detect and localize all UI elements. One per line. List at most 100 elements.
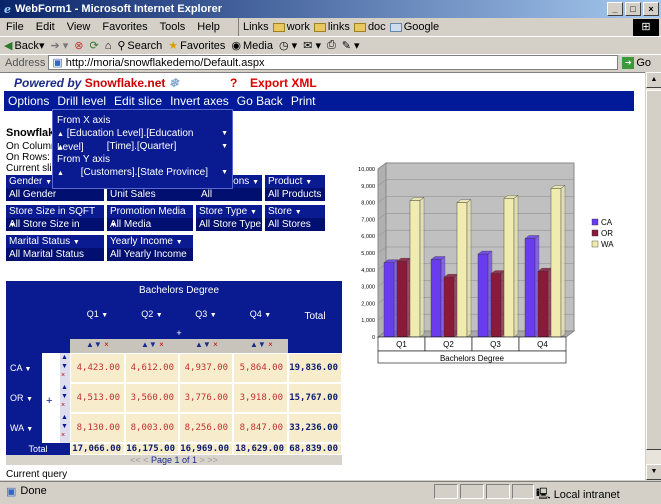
expand-rows-button[interactable]: + bbox=[46, 395, 52, 407]
nav-edit-slice[interactable]: Edit slice bbox=[110, 94, 166, 108]
axis-info: On Column On Rows: Current slic bbox=[6, 141, 57, 174]
x-tick-label: Q2 bbox=[443, 340, 454, 349]
cell-ca-q2: 4,612.00 bbox=[125, 353, 179, 383]
bar-ca-q2 bbox=[430, 259, 442, 338]
nav-print[interactable]: Print bbox=[287, 94, 320, 108]
legend-label-or: OR bbox=[601, 229, 613, 238]
maximize-button[interactable]: □ bbox=[625, 2, 641, 16]
close-button[interactable]: × bbox=[643, 2, 659, 16]
cell-or-q1: 4,513.00 bbox=[70, 383, 125, 413]
menu-file[interactable]: File bbox=[0, 21, 30, 33]
grand-total: 68,839.00 bbox=[288, 443, 342, 455]
back-arrow-icon: ◀ bbox=[4, 40, 13, 52]
export-xml-link[interactable]: Export XML bbox=[250, 76, 317, 90]
links-bar: Links work links doc Google bbox=[238, 18, 439, 36]
popup-item-y-0[interactable]: ▲ [Customers].[State Province] ▼ bbox=[57, 166, 228, 179]
row-sort-wa-icon[interactable]: ▲ ▼ × bbox=[60, 413, 70, 443]
search-button[interactable]: ⚲ Search bbox=[117, 39, 162, 53]
link-doc[interactable]: doc bbox=[353, 21, 386, 33]
y-tick-label: 4,000 bbox=[361, 268, 375, 274]
dim-store-size[interactable]: Store Size in SQFT ▼All Store Size in SQ… bbox=[6, 205, 104, 243]
bar-ca-q4 bbox=[524, 238, 536, 338]
stop-icon[interactable]: ⊗ bbox=[74, 39, 83, 52]
dim-promotion-media[interactable]: Promotion Media ▼All Media bbox=[107, 205, 193, 231]
scroll-thumb[interactable] bbox=[646, 90, 661, 450]
col-header-q3[interactable]: Q3 ▼ bbox=[179, 301, 233, 327]
go-button[interactable]: ➔ Go bbox=[622, 56, 651, 69]
vertical-scrollbar[interactable]: ▲ ▼ bbox=[645, 72, 661, 480]
y-tick-label: 8,000 bbox=[361, 201, 375, 207]
windows-logo-icon: ⊞ bbox=[633, 19, 659, 36]
col-header-q4[interactable]: Q4 ▼ bbox=[233, 301, 288, 327]
dim-marital-status[interactable]: Marital Status ▼ All Marital Status bbox=[6, 235, 104, 261]
favorites-button[interactable]: ★ Favorites bbox=[168, 39, 225, 53]
scroll-down-icon[interactable]: ▼ bbox=[646, 464, 661, 480]
scroll-up-icon[interactable]: ▲ bbox=[646, 72, 661, 88]
nav-go-back[interactable]: Go Back bbox=[233, 94, 287, 108]
dim-yearly-income[interactable]: Yearly Income ▼ All Yearly Income bbox=[107, 235, 193, 261]
ie-logo-icon: e bbox=[4, 2, 11, 16]
menu-edit[interactable]: Edit bbox=[30, 21, 61, 33]
col-header-q1[interactable]: Q1 ▼ bbox=[70, 301, 125, 327]
col-header-q2[interactable]: Q2 ▼ bbox=[125, 301, 179, 327]
link-google[interactable]: Google bbox=[389, 21, 439, 33]
row-header-or[interactable]: OR ▼ bbox=[6, 383, 42, 413]
edit-icon[interactable]: ✎ ▾ bbox=[342, 39, 360, 52]
row-sort-or-icon[interactable]: ▲ ▼ × bbox=[60, 383, 70, 413]
popup-item-x-1[interactable]: ▲ [Time].[Quarter] ▼ bbox=[57, 140, 228, 153]
row-header-wa[interactable]: WA ▼ bbox=[6, 413, 42, 443]
print-icon[interactable]: ⎙ bbox=[327, 39, 336, 52]
pager-next-icon[interactable]: > >> bbox=[200, 455, 218, 465]
y-tick-label: 1,000 bbox=[361, 318, 375, 324]
address-input[interactable]: ▣ http://moria/snowflakedemo/Default.asp… bbox=[48, 55, 619, 70]
dim-product[interactable]: Product ▼ All Products bbox=[265, 175, 325, 201]
forward-button[interactable]: ➔ ▾ bbox=[50, 39, 68, 52]
menu-favorites[interactable]: Favorites bbox=[96, 21, 153, 33]
brand-link[interactable]: Snowflake.net bbox=[85, 76, 166, 90]
bar-ca-q1 bbox=[383, 262, 395, 338]
sort-q3-icon[interactable]: ▲▼ × bbox=[195, 340, 218, 349]
column-group-header[interactable]: Bachelors Degree bbox=[70, 281, 288, 301]
bar-or-q1 bbox=[396, 260, 408, 338]
dim-store[interactable]: Store ▼ All Stores bbox=[265, 205, 325, 231]
bar-wa-q4 bbox=[550, 188, 562, 338]
minimize-button[interactable]: _ bbox=[607, 2, 623, 16]
bar-side bbox=[513, 194, 519, 338]
link-links[interactable]: links bbox=[313, 21, 350, 33]
nav-drill-level[interactable]: Drill level bbox=[53, 94, 110, 108]
total-ca: 19,836.00 bbox=[288, 353, 342, 383]
y-tick-label: 5,000 bbox=[361, 251, 375, 257]
drill-level-popup: From X axis ▲ [Education Level].[Educati… bbox=[52, 109, 233, 189]
expand-columns-button[interactable]: + bbox=[70, 327, 288, 339]
link-work[interactable]: work bbox=[272, 21, 310, 33]
help-link[interactable]: ? bbox=[230, 76, 237, 90]
dim-store-type[interactable]: Store Type ▼ All Store Type bbox=[196, 205, 262, 231]
refresh-icon[interactable]: ⟳ bbox=[89, 39, 98, 52]
x-tick-label: Q4 bbox=[537, 340, 548, 349]
address-bar: Address ▣ http://moria/snowflakedemo/Def… bbox=[0, 54, 661, 70]
history-icon[interactable]: ◷ ▾ bbox=[279, 39, 297, 52]
media-button[interactable]: ◉ Media bbox=[231, 39, 273, 53]
popup-item-x-0[interactable]: ▲ [Education Level].[Education Level] ▼ bbox=[57, 127, 228, 153]
menu-view[interactable]: View bbox=[61, 21, 97, 33]
row-header-ca[interactable]: CA ▼ bbox=[6, 353, 42, 383]
bar-wa-q2 bbox=[456, 202, 468, 338]
home-icon[interactable]: ⌂ bbox=[105, 40, 112, 52]
row-sort-ca-icon[interactable]: ▲ ▼ × bbox=[60, 353, 70, 383]
y-tick-label: 0 bbox=[372, 335, 375, 341]
nav-options[interactable]: Options bbox=[4, 94, 53, 108]
sort-q1-icon[interactable]: ▲▼ × bbox=[86, 340, 109, 349]
pager-prev-icon[interactable]: << < bbox=[130, 455, 148, 465]
total-q1: 17,066.00 bbox=[70, 443, 125, 455]
menu-help[interactable]: Help bbox=[191, 21, 226, 33]
total-wa: 33,236.00 bbox=[288, 413, 342, 443]
sort-q4-icon[interactable]: ▲▼ × bbox=[250, 340, 273, 349]
from-y-label: From Y axis bbox=[57, 154, 110, 165]
snowflake-icon: ❄ bbox=[168, 76, 179, 90]
menu-tools[interactable]: Tools bbox=[154, 21, 192, 33]
mail-icon[interactable]: ✉ ▾ bbox=[303, 39, 321, 52]
pager-label: Page 1 of 1 bbox=[150, 455, 198, 465]
nav-invert-axes[interactable]: Invert axes bbox=[166, 94, 233, 108]
back-button[interactable]: ◀ Back ▾ bbox=[4, 39, 44, 53]
sort-q2-icon[interactable]: ▲▼ × bbox=[141, 340, 164, 349]
